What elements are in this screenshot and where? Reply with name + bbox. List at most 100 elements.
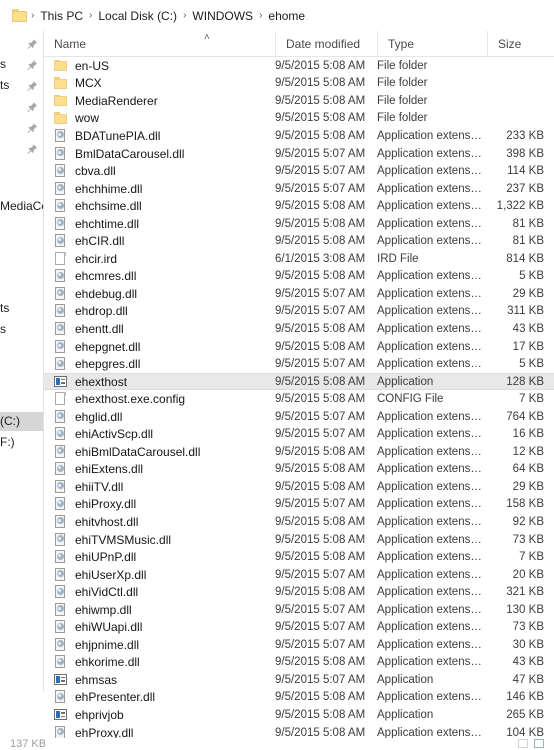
nav-item[interactable]: s (0, 320, 44, 339)
table-row[interactable]: ehiwmp.dll 9/5/2015 5:07 AM Application ex… (44, 601, 554, 619)
column-header-size[interactable]: Size (487, 31, 554, 56)
nav-item[interactable]: (C:) (0, 412, 44, 431)
cell-type: Application extens… (377, 656, 482, 669)
pin-icon[interactable] (27, 59, 38, 70)
pin-icon[interactable] (27, 143, 38, 154)
column-header-name[interactable]: Name (44, 31, 275, 56)
file-name: ehdebug.dll (75, 286, 138, 301)
cell-size: 73 KB (512, 533, 544, 546)
nav-item[interactable] (0, 97, 44, 116)
breadcrumb-item-windows[interactable]: WINDOWS (187, 6, 258, 26)
table-row[interactable]: ehiTVMSMusic.dll 9/5/2015 5:08 AM Applicat… (44, 531, 554, 549)
file-name: MCX (75, 76, 102, 91)
table-row[interactable]: ehitvhost.dll 9/5/2015 5:08 AM Application… (44, 513, 554, 531)
file-name: ehiVidCtl.dll (75, 585, 139, 600)
cell-date-modified: 9/5/2015 5:07 AM (275, 621, 366, 634)
table-row[interactable]: ehmsas 9/5/2015 5:07 AM Application 47 KB (44, 671, 554, 689)
table-row[interactable]: ehdebug.dll 9/5/2015 5:07 AM Application e… (44, 285, 554, 303)
navigation-pane[interactable]: s ts MediaCen ts s (C:) F:) (0, 31, 44, 750)
table-row[interactable]: ehepgnet.dll 9/5/2015 5:08 AM Application … (44, 338, 554, 356)
dll-icon (54, 339, 68, 354)
table-row[interactable]: ehiBmlDataCarousel.dll 9/5/2015 5:08 AM Ap… (44, 443, 554, 461)
table-row[interactable]: ehexthost.exe.config 9/5/2015 5:08 AM CONF… (44, 390, 554, 408)
nav-item[interactable] (0, 118, 44, 137)
table-row[interactable]: ehchhime.dll 9/5/2015 5:07 AM Application … (44, 180, 554, 198)
view-mode-buttons[interactable] (518, 739, 544, 748)
cell-date-modified: 9/5/2015 5:08 AM (275, 77, 366, 90)
table-row[interactable]: wow 9/5/2015 5:08 AM File folder (44, 110, 554, 128)
large-icons-view-button[interactable] (534, 739, 544, 748)
table-row[interactable]: ehCIR.dll 9/5/2015 5:08 AM Application ext… (44, 232, 554, 250)
table-row[interactable]: ehiVidCtl.dll 9/5/2015 5:08 AM Application… (44, 583, 554, 601)
table-row[interactable]: en-US 9/5/2015 5:08 AM File folder (44, 57, 554, 75)
cell-date-modified: 9/5/2015 5:07 AM (275, 603, 366, 616)
cell-date-modified: 9/5/2015 5:07 AM (275, 165, 366, 178)
table-row[interactable]: ehchtime.dll 9/5/2015 5:08 AM Application … (44, 215, 554, 233)
cell-size: 114 KB (507, 165, 544, 178)
table-row[interactable]: ehProxy.dll 9/5/2015 5:08 AM Application e… (44, 724, 554, 738)
table-row[interactable]: ehkorime.dll 9/5/2015 5:08 AM Application … (44, 654, 554, 672)
address-bar[interactable]: › This PC › Local Disk (C:) › WINDOWS › ehome (0, 0, 554, 31)
cell-size: 17 KB (512, 340, 544, 353)
pin-icon[interactable] (27, 122, 38, 133)
table-row[interactable]: ehiiTV.dll 9/5/2015 5:08 AM Application ex… (44, 478, 554, 496)
table-row[interactable]: ehiActivScp.dll 9/5/2015 5:07 AM Applicati… (44, 425, 554, 443)
cell-date-modified: 9/5/2015 5:08 AM (275, 393, 366, 406)
table-row[interactable]: MediaRenderer 9/5/2015 5:08 AM File folder (44, 92, 554, 110)
details-view-button[interactable] (518, 739, 528, 748)
dll-icon (54, 725, 68, 738)
file-list[interactable]: en-US 9/5/2015 5:08 AM File folder MCX 9/5/2… (44, 57, 554, 738)
cell-size: 814 KB (506, 252, 544, 265)
table-row[interactable]: MCX 9/5/2015 5:08 AM File folder (44, 75, 554, 93)
table-row[interactable]: ehchsime.dll 9/5/2015 5:08 AM Application … (44, 197, 554, 215)
file-name: wow (75, 111, 100, 126)
table-row[interactable]: ehiUPnP.dll 9/5/2015 5:08 AM Application e… (44, 548, 554, 566)
breadcrumb-item-local-disk-c[interactable]: Local Disk (C:) (93, 6, 182, 26)
table-row[interactable]: ehiExtens.dll 9/5/2015 5:08 AM Application… (44, 461, 554, 479)
cell-name: ehdrop.dll (44, 303, 275, 319)
application-icon (54, 708, 68, 722)
table-row[interactable]: ehepgres.dll 9/5/2015 5:07 AM Application … (44, 355, 554, 373)
table-row[interactable]: BDATunePIA.dll 9/5/2015 5:08 AM Applicatio… (44, 127, 554, 145)
pin-icon[interactable] (27, 38, 38, 49)
breadcrumb-item-this-pc[interactable]: This PC (35, 6, 88, 26)
table-row[interactable]: cbva.dll 9/5/2015 5:07 AM Application exte… (44, 162, 554, 180)
dll-icon (54, 128, 68, 143)
table-row[interactable]: ehiWUapi.dll 9/5/2015 5:07 AM Application … (44, 619, 554, 637)
cell-name: ehProxy.dll (44, 725, 275, 738)
sort-ascending-icon[interactable]: ˄ (204, 33, 210, 43)
table-row[interactable]: BmlDataCarousel.dll 9/5/2015 5:07 AM Appli… (44, 145, 554, 163)
table-row[interactable]: ehPresenter.dll 9/5/2015 5:08 AM Applicati… (44, 689, 554, 707)
cell-size: 43 KB (512, 322, 544, 335)
cell-type: Application extens… (377, 287, 482, 300)
cell-date-modified: 9/5/2015 5:08 AM (275, 709, 366, 721)
cell-size: 104 KB (506, 726, 544, 738)
table-row[interactable]: ehentt.dll 9/5/2015 5:08 AM Application ex… (44, 320, 554, 338)
column-header-date-modified[interactable]: Date modified (275, 31, 377, 56)
file-name: ehexthost.exe.config (75, 392, 186, 407)
table-row[interactable]: ehcir.ird 6/1/2015 3:08 AM IRD File 814 KB (44, 250, 554, 268)
column-header-type[interactable]: Type (377, 31, 487, 56)
dll-icon (54, 286, 68, 301)
pin-icon[interactable] (27, 101, 38, 112)
nav-item[interactable]: ts (0, 76, 44, 95)
pin-icon[interactable] (27, 80, 38, 91)
nav-item[interactable] (0, 34, 44, 53)
table-row[interactable]: ehglid.dll 9/5/2015 5:07 AM Application ex… (44, 408, 554, 426)
table-row[interactable]: ehcmres.dll 9/5/2015 5:08 AM Application e… (44, 268, 554, 286)
cell-name: ehchsime.dll (44, 198, 275, 214)
breadcrumb-item-ehome[interactable]: ehome (263, 6, 310, 26)
table-row[interactable]: ehprivjob 9/5/2015 5:08 AM Application 265 … (44, 706, 554, 724)
table-row[interactable]: ehexthost 9/5/2015 5:08 AM Application 128 … (44, 372, 554, 391)
table-row[interactable]: ehiUserXp.dll 9/5/2015 5:07 AM Application… (44, 566, 554, 584)
nav-item[interactable]: MediaCen (0, 197, 44, 216)
nav-item[interactable]: ts (0, 299, 44, 318)
nav-item[interactable]: F:) (0, 433, 44, 452)
nav-item[interactable]: s (0, 55, 44, 74)
cell-type: IRD File (377, 252, 419, 265)
table-row[interactable]: ehjpnime.dll 9/5/2015 5:07 AM Application … (44, 636, 554, 654)
table-row[interactable]: ehiProxy.dll 9/5/2015 5:07 AM Application … (44, 496, 554, 514)
nav-item[interactable] (0, 139, 44, 158)
cell-name: ehexthost.exe.config (44, 391, 275, 407)
table-row[interactable]: ehdrop.dll 9/5/2015 5:07 AM Application ex… (44, 303, 554, 321)
